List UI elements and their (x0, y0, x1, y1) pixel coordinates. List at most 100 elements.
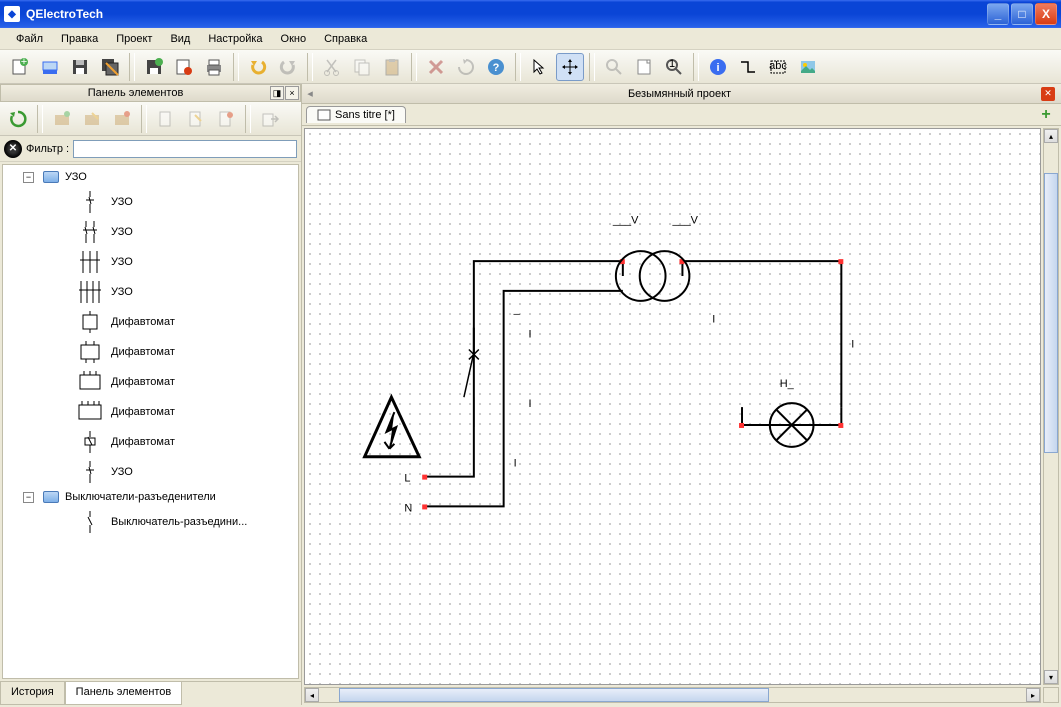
tree-item[interactable]: Дифавтомат (3, 427, 298, 457)
undo-button[interactable] (244, 53, 272, 81)
tree-item-label: УЗО (111, 466, 133, 478)
zoom-fit-button[interactable]: 1 (660, 53, 688, 81)
tree-item-label: Дифавтомат (111, 316, 175, 328)
copy-button[interactable] (348, 53, 376, 81)
horizontal-scrollbar[interactable]: ◂ ▸ (304, 687, 1041, 703)
rotate-button[interactable] (452, 53, 480, 81)
filter-label: Фильтр : (26, 143, 69, 155)
move-tool[interactable] (556, 53, 584, 81)
panel-close-button[interactable]: × (285, 86, 299, 100)
tree-item[interactable]: Дифавтомат (3, 367, 298, 397)
delete-folder-button[interactable] (108, 105, 136, 133)
pointer-tool[interactable] (526, 53, 554, 81)
tab-scroll-left-icon[interactable]: ◂ (302, 87, 318, 100)
tree-item[interactable]: Дифавтомат (3, 337, 298, 367)
save-all-button[interactable] (96, 53, 124, 81)
save-button[interactable] (66, 53, 94, 81)
tree-item[interactable]: УЗО (3, 187, 298, 217)
element-symbol-icon (75, 509, 105, 535)
scroll-thumb[interactable] (339, 688, 769, 702)
cut-button[interactable] (318, 53, 346, 81)
delete-element-button[interactable] (212, 105, 240, 133)
tree-item-label: УЗО (111, 286, 133, 298)
tree-item[interactable]: УЗО (3, 217, 298, 247)
scroll-right-button[interactable]: ▸ (1026, 688, 1040, 702)
document-area: ◂ Безымянный проект ✕ Sans titre [*] + (302, 84, 1061, 705)
tab-elements[interactable]: Панель элементов (65, 682, 183, 705)
menu-file[interactable]: Файл (8, 31, 51, 47)
menu-window[interactable]: Окно (273, 31, 315, 47)
add-sheet-button[interactable]: + (1037, 106, 1055, 124)
filter-input[interactable] (73, 140, 297, 158)
element-symbol-icon (75, 339, 105, 365)
export-button[interactable] (256, 105, 284, 133)
info-button[interactable]: i (704, 53, 732, 81)
new-folder-button[interactable] (48, 105, 76, 133)
folder-label: Выключатели-разъеденители (65, 491, 216, 503)
delete-button[interactable] (422, 53, 450, 81)
frame-button[interactable]: abc (764, 53, 792, 81)
paste-button[interactable] (378, 53, 406, 81)
tree-item[interactable]: УЗО (3, 277, 298, 307)
menu-edit[interactable]: Правка (53, 31, 106, 47)
scroll-thumb[interactable] (1044, 173, 1058, 453)
expander-icon[interactable]: − (23, 492, 34, 503)
clear-filter-icon[interactable]: ✕ (4, 140, 22, 158)
new-project-button[interactable]: + (6, 53, 34, 81)
scroll-left-button[interactable]: ◂ (305, 688, 319, 702)
sheet-tab[interactable]: Sans titre [*] (306, 106, 406, 123)
scroll-down-button[interactable]: ▾ (1044, 670, 1058, 684)
redo-button[interactable] (274, 53, 302, 81)
tree-item[interactable]: Выключатель-разъедини... (3, 507, 298, 537)
open-button[interactable] (36, 53, 64, 81)
canvas[interactable]: L N ___V___V H_ _ I I I I I (304, 128, 1041, 685)
menu-help[interactable]: Справка (316, 31, 375, 47)
page-button[interactable] (630, 53, 658, 81)
tree-item-label: Дифавтомат (111, 406, 175, 418)
image-button[interactable] (794, 53, 822, 81)
project-close-button[interactable]: ✕ (1041, 87, 1055, 101)
svg-text:N: N (404, 502, 412, 514)
vertical-scrollbar[interactable]: ▴ ▾ (1043, 128, 1059, 685)
tree-item[interactable]: Дифавтомат (3, 397, 298, 427)
element-symbol-icon (75, 279, 105, 305)
maximize-button[interactable]: □ (1011, 3, 1033, 25)
reload-button[interactable] (4, 105, 32, 133)
svg-text:abc: abc (769, 60, 787, 72)
project-tab-title[interactable]: Безымянный проект (318, 88, 1041, 100)
help-button[interactable]: ? (482, 53, 510, 81)
new-element-button[interactable] (152, 105, 180, 133)
tree-item[interactable]: УЗО (3, 247, 298, 277)
elements-tree[interactable]: − УЗО УЗОУЗОУЗОУЗОДифавтоматДифавтоматДи… (2, 164, 299, 679)
tree-item-label: УЗО (111, 256, 133, 268)
main-toolbar: + ? 1 i abc (0, 50, 1061, 84)
save-as-button[interactable] (140, 53, 168, 81)
menu-settings[interactable]: Настройка (200, 31, 270, 47)
tree-item[interactable]: УЗО (3, 457, 298, 487)
print-button[interactable] (200, 53, 228, 81)
expander-icon[interactable]: − (23, 172, 34, 183)
tab-history[interactable]: История (0, 682, 65, 705)
element-symbol-icon (75, 459, 105, 485)
menu-project[interactable]: Проект (108, 31, 160, 47)
scroll-up-button[interactable]: ▴ (1044, 129, 1058, 143)
panel-float-button[interactable]: ◨ (270, 86, 284, 100)
schematic-drawing: L N ___V___V H_ _ I I I I I (305, 129, 1040, 685)
menu-view[interactable]: Вид (162, 31, 198, 47)
close-button[interactable]: X (1035, 3, 1057, 25)
zoom-button[interactable] (600, 53, 628, 81)
element-symbol-icon (75, 309, 105, 335)
edit-element-button[interactable] (182, 105, 210, 133)
svg-text:_: _ (513, 304, 521, 316)
tree-folder-switches[interactable]: − Выключатели-разъеденители (3, 487, 298, 507)
sheet-label: Sans titre [*] (335, 109, 395, 121)
tree-item[interactable]: Дифавтомат (3, 307, 298, 337)
edit-folder-button[interactable] (78, 105, 106, 133)
revert-button[interactable] (170, 53, 198, 81)
minimize-button[interactable]: _ (987, 3, 1009, 25)
svg-text:1: 1 (669, 58, 675, 70)
tree-folder-uzo[interactable]: − УЗО (3, 167, 298, 187)
wire-button[interactable] (734, 53, 762, 81)
svg-text:+: + (21, 57, 27, 68)
svg-text:?: ? (493, 62, 500, 74)
